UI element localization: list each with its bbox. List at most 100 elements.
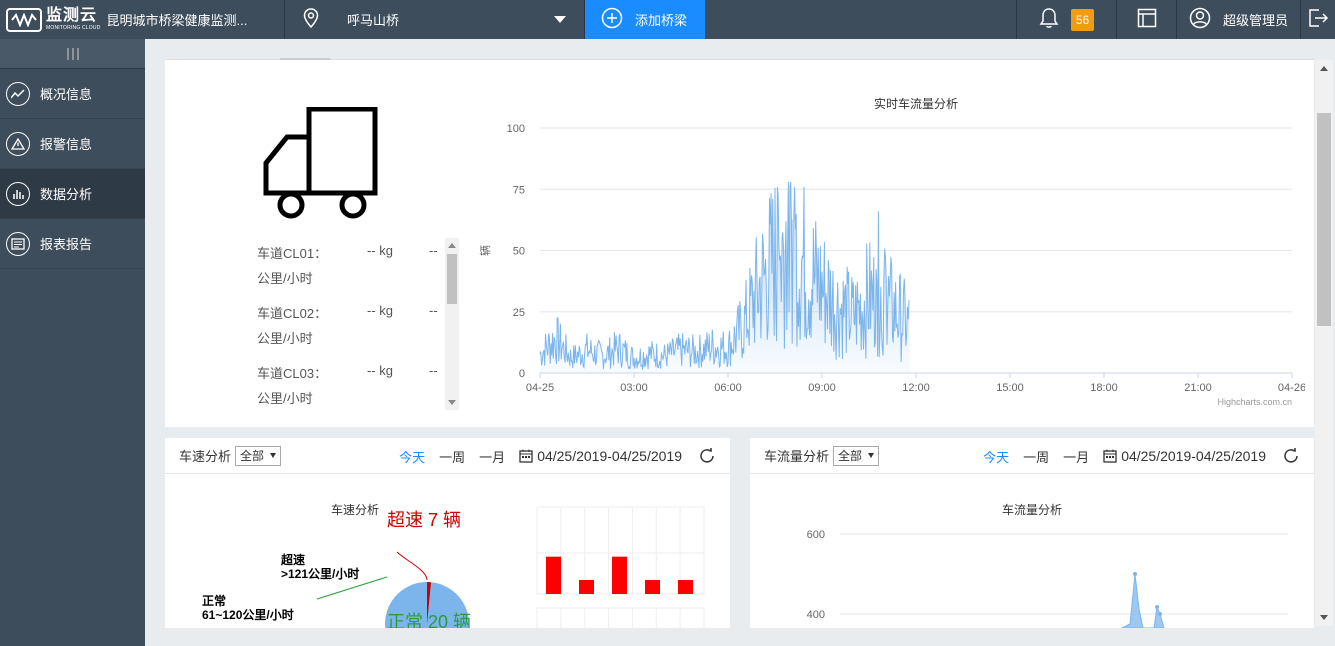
- chart-credit: Highcharts.com.cn: [1217, 397, 1292, 407]
- bar: [645, 580, 660, 594]
- bar: [678, 580, 693, 594]
- lane-list-scrollbar[interactable]: [445, 238, 459, 410]
- data-point: [1133, 572, 1137, 576]
- chevron-down-icon: [270, 453, 277, 458]
- overspeed-label: 超速: [280, 552, 305, 567]
- list-item: 车道CL02： -- kg -- 公里/小时: [257, 298, 457, 358]
- logo[interactable]: 监测云 MONITORING CLOUD 昆明城市桥梁健康监测...: [0, 0, 285, 39]
- bell-icon: [1039, 7, 1059, 32]
- user-menu[interactable]: 超级管理员: [1176, 0, 1300, 39]
- refresh-icon[interactable]: [698, 447, 716, 468]
- notifications-button[interactable]: 56: [1016, 0, 1116, 39]
- layout-button[interactable]: [1116, 0, 1176, 39]
- scroll-down-icon[interactable]: [448, 400, 456, 405]
- normal-sublabel: 61~120公里/小时: [202, 607, 294, 622]
- period-today[interactable]: 今天: [399, 447, 425, 466]
- location-pin-icon: [303, 8, 319, 31]
- period-month[interactable]: 一月: [1063, 447, 1089, 466]
- lane-filter-select[interactable]: 全部: [235, 445, 282, 466]
- calendar-icon: [519, 449, 533, 463]
- lane-name: 车道CL03：: [257, 366, 328, 381]
- label-connector: [396, 551, 428, 581]
- x-tick-label: 15:00: [996, 382, 1024, 394]
- warning-icon: [6, 131, 30, 156]
- volume-analysis-chart: 车流量分析 400 600: [807, 502, 1288, 628]
- lane-speed-unit: 公里/小时: [257, 271, 313, 286]
- y-tick-label: 600: [807, 529, 825, 541]
- calendar-icon: [1103, 449, 1117, 463]
- date-range-picker[interactable]: 04/25/2019-04/25/2019: [1103, 448, 1266, 464]
- speed-analysis-panel: 车速分析 全部 今天 一周 一月 04/25/2019-04/25/2019 车…: [165, 438, 730, 628]
- add-bridge-label: 添加桥梁: [635, 13, 688, 28]
- logout-button[interactable]: [1300, 0, 1335, 39]
- y-tick-label: 25: [513, 307, 525, 319]
- logo-subtext: MONITORING CLOUD: [46, 25, 101, 31]
- lane-weight: -- kg: [367, 243, 393, 258]
- chevron-down-icon: [868, 453, 875, 458]
- page-scrollbar[interactable]: [1315, 60, 1333, 626]
- scroll-up-icon[interactable]: [448, 243, 456, 248]
- scroll-down-icon[interactable]: [1320, 615, 1328, 620]
- tab-indicator: [280, 58, 330, 60]
- lane-list: 车道CL01： -- kg -- 公里/小时 车道CL02： -- kg -- …: [257, 238, 457, 410]
- scrollbar-thumb[interactable]: [447, 254, 457, 304]
- sidebar-item-label: 报表报告: [40, 237, 93, 252]
- y-axis-label: 辆: [478, 245, 492, 256]
- scroll-up-icon[interactable]: [1320, 66, 1328, 71]
- y-tick-label: 50: [513, 246, 525, 258]
- date-range-picker[interactable]: 04/25/2019-04/25/2019: [519, 448, 682, 464]
- data-point: [1155, 605, 1159, 609]
- add-bridge-button[interactable]: 添加桥梁: [585, 0, 705, 39]
- realtime-panel: 车道CL01： -- kg -- 公里/小时 车道CL02： -- kg -- …: [165, 58, 1314, 427]
- bridge-selector[interactable]: 呼马山桥: [285, 0, 585, 39]
- user-name: 超级管理员: [1222, 13, 1288, 28]
- logo-icon: [6, 7, 42, 32]
- sidebar-item-data-analysis[interactable]: 数据分析: [0, 169, 145, 219]
- sidebar-item-alerts[interactable]: 报警信息: [0, 119, 145, 169]
- period-week[interactable]: 一周: [439, 447, 465, 466]
- panel-title: 车流量分析: [764, 449, 830, 464]
- volume-analysis-panel: 车流量分析 全部 今天 一周 一月 04/25/2019-04/25/2019 …: [750, 438, 1314, 628]
- lane-filter-select[interactable]: 全部: [833, 445, 880, 466]
- sidebar-toggle[interactable]: [0, 39, 145, 69]
- panel-title: 车速分析: [179, 449, 232, 464]
- realtime-traffic-chart: 实时车流量分析 0 25 50 75 100 辆 04-25 03:00 06:00 09:00 12…: [478, 96, 1305, 407]
- layout-icon: [1137, 8, 1157, 31]
- select-value: 全部: [838, 449, 863, 463]
- lane-speed-unit: 公里/小时: [257, 391, 313, 406]
- lane-name: 车道CL01：: [257, 246, 328, 261]
- normal-label: 正常: [202, 593, 226, 608]
- menu-toggle-icon: [67, 47, 78, 60]
- normal-big-label: 正常 20 辆: [387, 612, 471, 628]
- list-item: 车道CL03： -- kg -- 公里/小时: [257, 358, 457, 410]
- alert-count-badge: 56: [1070, 8, 1095, 31]
- lane-speed-unit: 公里/小时: [257, 331, 313, 346]
- period-today[interactable]: 今天: [983, 447, 1009, 466]
- period-month[interactable]: 一月: [479, 447, 505, 466]
- y-tick-label: 0: [519, 368, 525, 380]
- bar: [579, 580, 594, 594]
- truck-icon: [263, 106, 379, 222]
- plus-circle-icon: [601, 7, 623, 32]
- x-tick-label: 09:00: [808, 382, 836, 394]
- report-icon: [6, 231, 30, 256]
- bridge-name: 呼马山桥: [347, 13, 400, 28]
- sidebar-item-label: 数据分析: [40, 187, 93, 202]
- refresh-icon[interactable]: [1282, 447, 1300, 468]
- chart-title: 车流量分析: [1002, 502, 1062, 517]
- period-week[interactable]: 一周: [1023, 447, 1049, 466]
- x-tick-label: 21:00: [1184, 382, 1212, 394]
- series-area: [1121, 573, 1165, 628]
- scrollbar-thumb[interactable]: [1317, 113, 1331, 326]
- sidebar: 概况信息 报警信息 数据分析 报表报告: [0, 39, 145, 646]
- lane-name: 车道CL02：: [257, 306, 328, 321]
- bar: [546, 556, 561, 594]
- lane-speed: --: [429, 303, 438, 318]
- logout-icon: [1307, 7, 1329, 32]
- overspeed-sublabel: >121公里/小时: [281, 566, 359, 581]
- y-tick-label: 400: [807, 609, 825, 621]
- sidebar-item-reports[interactable]: 报表报告: [0, 219, 145, 269]
- sidebar-item-overview[interactable]: 概况信息: [0, 69, 145, 119]
- speed-analysis-chart: 车速分析 超速 7 辆正常 20 辆 超速>121公里/小时正常61~120公里/小…: [202, 502, 705, 628]
- x-tick-label: 04-26: [1278, 382, 1305, 394]
